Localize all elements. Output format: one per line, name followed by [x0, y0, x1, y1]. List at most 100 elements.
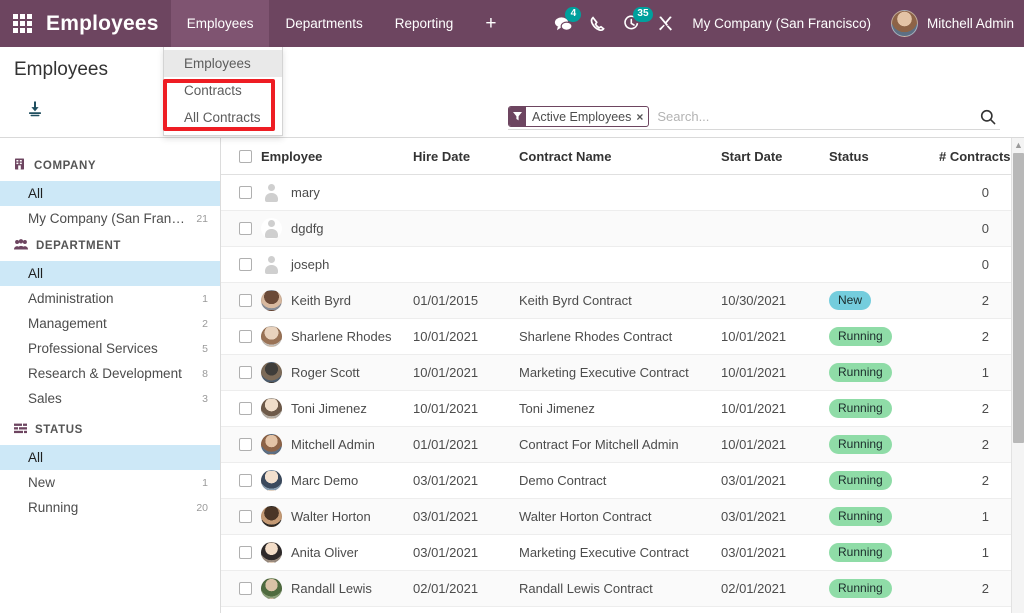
- cell-employee[interactable]: Roger Scott: [261, 355, 413, 391]
- phone-icon[interactable]: [580, 0, 614, 47]
- nav-item-reporting[interactable]: Reporting: [379, 0, 470, 47]
- status-badge: Running: [829, 327, 892, 346]
- row-checkbox[interactable]: [239, 582, 252, 595]
- table-row[interactable]: Sharlene Rhodes10/01/2021Sharlene Rhodes…: [221, 319, 1011, 355]
- cell-contracts-count: 2: [939, 427, 1011, 463]
- sidebar-item-sales[interactable]: Sales 3: [0, 386, 220, 411]
- nav-item-add[interactable]: +: [469, 0, 512, 47]
- apps-grid-icon[interactable]: [0, 0, 44, 47]
- sidebar-item-status-running[interactable]: Running 20: [0, 495, 220, 520]
- cell-employee[interactable]: Toni Jimenez: [261, 391, 413, 427]
- employee-name: Randall Lewis: [291, 581, 372, 596]
- row-checkbox[interactable]: [239, 402, 252, 415]
- cell-start-date: 10/01/2021: [721, 355, 829, 391]
- dropdown-item-employees[interactable]: Employees: [164, 50, 282, 77]
- company-switcher[interactable]: My Company (San Francisco): [682, 16, 885, 31]
- sidebar-item-management[interactable]: Management 2: [0, 311, 220, 336]
- search-input[interactable]: [649, 109, 976, 124]
- row-checkbox[interactable]: [239, 294, 252, 307]
- avatar: [261, 182, 282, 203]
- sidebar-item-professional-services[interactable]: Professional Services 5: [0, 336, 220, 361]
- table-row[interactable]: Roger Scott10/01/2021Marketing Executive…: [221, 355, 1011, 391]
- table-row[interactable]: Walter Horton03/01/2021Walter Horton Con…: [221, 499, 1011, 535]
- wrench-tools-icon[interactable]: [648, 0, 682, 47]
- cell-employee[interactable]: Anita Oliver: [261, 535, 413, 571]
- table-row[interactable]: Toni Jimenez10/01/2021Toni Jimenez10/01/…: [221, 391, 1011, 427]
- column-header-contracts-count[interactable]: # Contracts⋮: [939, 138, 1011, 175]
- cell-status: Running: [829, 535, 939, 571]
- row-checkbox[interactable]: [239, 222, 252, 235]
- column-header-hire-date[interactable]: Hire Date: [413, 138, 519, 175]
- column-header-status[interactable]: Status: [829, 138, 939, 175]
- avatar: [261, 254, 282, 275]
- sidebar-item-department-all[interactable]: All: [0, 261, 220, 286]
- column-header-contract-name[interactable]: Contract Name: [519, 138, 721, 175]
- top-navbar: Employees Employees Departments Reportin…: [0, 0, 1024, 47]
- search-icon[interactable]: [976, 109, 1000, 125]
- employees-list-view: Employee Hire Date Contract Name Start D…: [221, 138, 1011, 613]
- employees-menu-dropdown: Employees Contracts All Contracts: [163, 47, 283, 136]
- column-header-employee[interactable]: Employee: [261, 138, 413, 175]
- column-header-start-date[interactable]: Start Date: [721, 138, 829, 175]
- select-all-checkbox[interactable]: [239, 150, 252, 163]
- cell-employee[interactable]: dgdfg: [261, 211, 413, 247]
- scroll-up-arrow-icon[interactable]: ▲: [1013, 140, 1024, 150]
- sidebar-item-company-all[interactable]: All: [0, 181, 220, 206]
- nav-item-employees[interactable]: Employees: [171, 0, 270, 47]
- table-row[interactable]: mary0: [221, 175, 1011, 211]
- cell-status: New: [829, 283, 939, 319]
- sidebar-item-count: 21: [190, 213, 208, 225]
- row-checkbox[interactable]: [239, 366, 252, 379]
- cell-employee[interactable]: joseph: [261, 247, 413, 283]
- row-checkbox[interactable]: [239, 438, 252, 451]
- sidebar-item-label: Professional Services: [28, 341, 196, 356]
- user-menu[interactable]: Mitchell Admin: [885, 10, 1014, 37]
- table-row[interactable]: joseph0: [221, 247, 1011, 283]
- table-row[interactable]: Randall Lewis 02/01/2021Randall Lewis Con…: [221, 571, 1011, 607]
- messages-icon[interactable]: 4: [546, 0, 580, 47]
- sidebar-item-status-new[interactable]: New 1: [0, 470, 220, 495]
- cell-employee[interactable]: Sharlene Rhodes: [261, 319, 413, 355]
- table-row[interactable]: Anita Oliver03/01/2021Marketing Executiv…: [221, 535, 1011, 571]
- table-row[interactable]: dgdfg0: [221, 211, 1011, 247]
- table-row[interactable]: Ernest Reed01/01/2021Ernest Reed Contrac…: [221, 607, 1011, 613]
- close-icon[interactable]: ×: [636, 107, 648, 126]
- cell-employee[interactable]: Keith Byrd: [261, 283, 413, 319]
- cell-employee[interactable]: Ernest Reed: [261, 607, 413, 613]
- row-checkbox[interactable]: [239, 258, 252, 271]
- cell-hire-date: 03/01/2021: [413, 499, 519, 535]
- cell-employee[interactable]: Walter Horton: [261, 499, 413, 535]
- sidebar-item-my-company[interactable]: My Company (San Franci... 21: [0, 206, 220, 231]
- cell-start-date: 10/30/2021: [721, 283, 829, 319]
- table-row[interactable]: Marc Demo03/01/2021Demo Contract03/01/20…: [221, 463, 1011, 499]
- row-checkbox[interactable]: [239, 330, 252, 343]
- nav-item-departments[interactable]: Departments: [269, 0, 378, 47]
- sidebar-item-status-all[interactable]: All: [0, 445, 220, 470]
- row-checkbox[interactable]: [239, 474, 252, 487]
- search-facet-active-employees[interactable]: Active Employees ×: [508, 106, 649, 127]
- cell-hire-date: 02/01/2021: [413, 571, 519, 607]
- sidebar-item-administration[interactable]: Administration 1: [0, 286, 220, 311]
- cell-contract-name: Randall Lewis Contract: [519, 571, 721, 607]
- cell-start-date: 10/01/2021: [721, 391, 829, 427]
- vertical-scrollbar[interactable]: ▲: [1011, 138, 1024, 613]
- download-export-icon[interactable]: [24, 98, 46, 120]
- cell-employee[interactable]: Marc Demo: [261, 463, 413, 499]
- cell-employee[interactable]: Randall Lewis: [261, 571, 413, 607]
- sidebar-item-count: 1: [196, 477, 208, 489]
- activity-clock-icon[interactable]: 35: [614, 0, 648, 47]
- dropdown-item-all-contracts[interactable]: All Contracts: [164, 104, 282, 131]
- row-checkbox[interactable]: [239, 510, 252, 523]
- cell-employee[interactable]: Mitchell Admin: [261, 427, 413, 463]
- scrollbar-thumb[interactable]: [1013, 153, 1024, 443]
- row-checkbox[interactable]: [239, 186, 252, 199]
- app-brand-title[interactable]: Employees: [44, 12, 171, 36]
- sidebar-item-research-development[interactable]: Research & Development 8: [0, 361, 220, 386]
- row-checkbox[interactable]: [239, 546, 252, 559]
- table-row[interactable]: Keith Byrd01/01/2015Keith Byrd Contract1…: [221, 283, 1011, 319]
- cell-employee[interactable]: mary: [261, 175, 413, 211]
- cell-status: [829, 247, 939, 283]
- dropdown-item-contracts[interactable]: Contracts: [164, 77, 282, 104]
- table-row[interactable]: Mitchell Admin01/01/2021Contract For Mit…: [221, 427, 1011, 463]
- cell-contract-name: Keith Byrd Contract: [519, 283, 721, 319]
